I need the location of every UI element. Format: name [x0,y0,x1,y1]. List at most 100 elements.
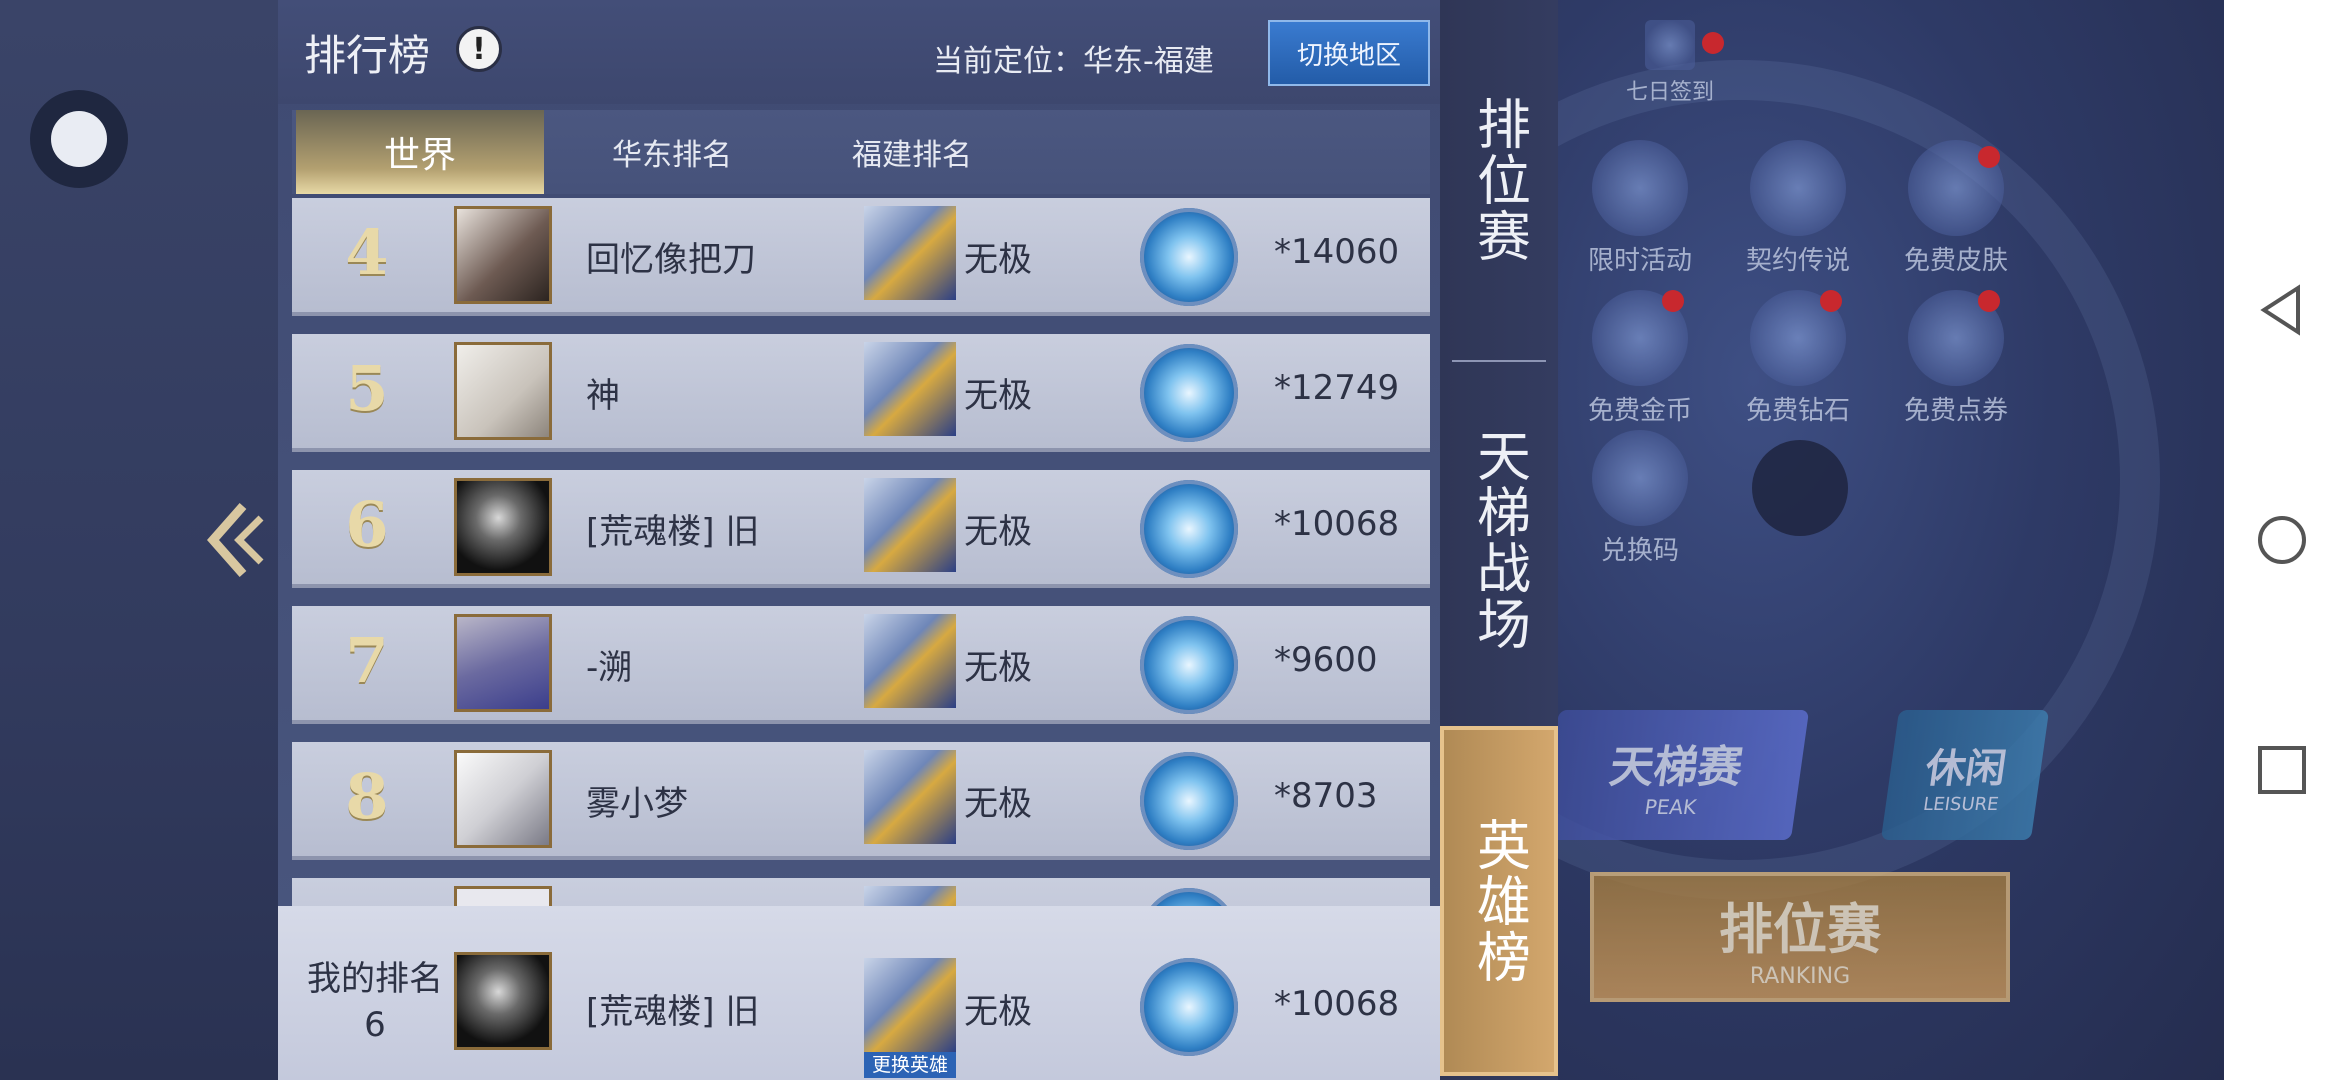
rank-gem-icon [1140,480,1238,578]
panel-header: 排行榜 ! 当前定位：华东-福建 切换地区 [278,0,1440,104]
avatar[interactable] [454,206,552,304]
rank-number: 6 [345,488,389,561]
hero-name: 无极 [964,376,1032,416]
floating-assist-button[interactable] [30,90,128,188]
table-row[interactable]: 5 神 无极 *12749 [292,334,1430,452]
hero-portrait[interactable] [864,614,956,708]
score: *12749 [1274,368,1400,408]
tab-fujian[interactable]: 福建排名 [812,110,1012,194]
my-hero-portrait[interactable] [864,958,956,1052]
side-tab-hero-ranking[interactable]: 英雄榜 [1440,726,1558,1076]
peak-label: 天梯赛 [1606,742,1746,793]
side-tab-divider [1452,360,1546,362]
back-icon[interactable] [2254,282,2310,338]
side-tab-ladder[interactable]: 天梯战场 [1440,410,1558,670]
rank-number: 8 [345,760,389,833]
peak-mode-button[interactable]: 天梯赛 PEAK [1540,710,1810,840]
notification-dot [1702,32,1724,54]
contract-legend-icon[interactable]: 契约传说 [1738,140,1858,277]
sound-icon[interactable] [1752,440,1848,536]
avatar[interactable] [454,478,552,576]
score: *10068 [1274,504,1400,544]
score: *14060 [1274,232,1400,272]
home-icon[interactable] [2254,512,2310,568]
notification-dot [1662,290,1684,312]
recents-icon[interactable] [2254,742,2310,798]
my-rank-label: 我的排名 6 [300,956,450,1048]
ranking-mode-button[interactable]: 排位赛 RANKING [1590,872,2010,1002]
rank-number: 5 [345,352,389,425]
hero-name: 无极 [964,512,1032,552]
hero-name: 无极 [964,240,1032,280]
ranking-label: 排位赛 [1719,898,1881,961]
rank-number: 7 [345,624,389,697]
change-hero-button[interactable]: 更换英雄 [864,1052,956,1078]
free-diamond-icon[interactable]: 免费钻石 [1738,290,1858,427]
icon-label: 免费金币 [1587,396,1692,426]
rank-gem-icon [1140,208,1238,306]
rank-gem-icon [1140,958,1238,1056]
player-name: [荒魂楼] 旧 [586,512,760,552]
rank-gem-icon [1140,344,1238,442]
ranking-en-label: RANKING [1749,964,1851,989]
hero-portrait[interactable] [864,478,956,572]
tab-east-china[interactable]: 华东排名 [572,110,772,194]
icon-label: 契约传说 [1745,246,1850,276]
my-avatar[interactable] [454,952,552,1050]
ranking-list: 4 回忆像把刀 无极 *14060 5 神 无极 *12749 6 [荒魂楼] … [292,198,1430,910]
page-title: 排行榜 [304,31,431,80]
player-name: 雾小梦 [586,784,688,824]
hero-portrait[interactable] [864,750,956,844]
icon-label: 兑换码 [1600,536,1679,566]
hero-portrait[interactable] [864,206,956,300]
info-icon[interactable]: ! [456,26,502,72]
current-location: 当前定位：华东-福建 [933,44,1214,79]
limited-event-icon[interactable]: 限时活动 [1580,140,1700,277]
my-rank-bar: 我的排名 6 [荒魂楼] 旧 更换英雄 无极 *10068 [278,906,1440,1080]
collapse-chevron-icon[interactable] [205,500,265,580]
player-name: 神 [586,376,620,416]
checkin-label: 七日签到 [1625,80,1714,105]
hero-portrait[interactable] [864,342,956,436]
rank-number: 4 [345,216,389,289]
table-row[interactable]: 7 -溯 无极 *9600 [292,606,1430,724]
floating-ball-dot [51,111,107,167]
tab-world[interactable]: 世界 [296,110,544,194]
leisure-mode-button[interactable]: 休闲 LEISURE [1880,710,2050,840]
leaderboard-panel: 排行榜 ! 当前定位：华东-福建 切换地区 世界 华东排名 福建排名 4 回忆像… [278,0,1440,1080]
notification-dot [1978,146,2000,168]
hero-name: 无极 [964,648,1032,688]
peak-en-label: PEAK [1643,795,1698,819]
avatar[interactable] [454,614,552,712]
notification-dot [1820,290,1842,312]
icon-label: 免费钻石 [1745,396,1850,426]
redeem-code-icon[interactable]: 兑换码 [1580,430,1700,567]
icon-label: 免费皮肤 [1903,246,2008,276]
side-tab-ranked[interactable]: 排位赛 [1440,70,1558,290]
table-row[interactable]: 8 雾小梦 无极 *8703 [292,742,1430,860]
free-voucher-icon[interactable]: 免费点券 [1896,290,2016,427]
hero-name: 无极 [964,784,1032,824]
leisure-en-label: LEISURE [1921,793,2000,815]
switch-region-button[interactable]: 切换地区 [1268,20,1430,86]
rank-gem-icon [1140,752,1238,850]
player-name: -溯 [586,648,633,688]
my-player-name: [荒魂楼] 旧 [586,992,760,1032]
notification-dot [1978,290,2000,312]
avatar[interactable] [454,750,552,848]
table-row[interactable]: 6 [荒魂楼] 旧 无极 *10068 [292,470,1430,588]
rank-tabs: 世界 华东排名 福建排名 [292,110,1430,194]
category-side-tabs: 排位赛 天梯战场 英雄榜 [1440,0,1558,1080]
table-row[interactable]: 4 回忆像把刀 无极 *14060 [292,198,1430,316]
leisure-label: 休闲 [1922,745,2010,792]
my-hero-name: 无极 [964,992,1032,1032]
avatar[interactable] [454,342,552,440]
free-gold-icon[interactable]: 免费金币 [1580,290,1700,427]
score: *9600 [1274,640,1378,680]
system-nav-bar [2224,0,2340,1080]
player-name: 回忆像把刀 [586,240,756,280]
score: *8703 [1274,776,1378,816]
icon-label: 免费点券 [1903,396,2008,426]
my-score: *10068 [1274,984,1400,1024]
my-rank-number: 6 [364,1005,386,1045]
